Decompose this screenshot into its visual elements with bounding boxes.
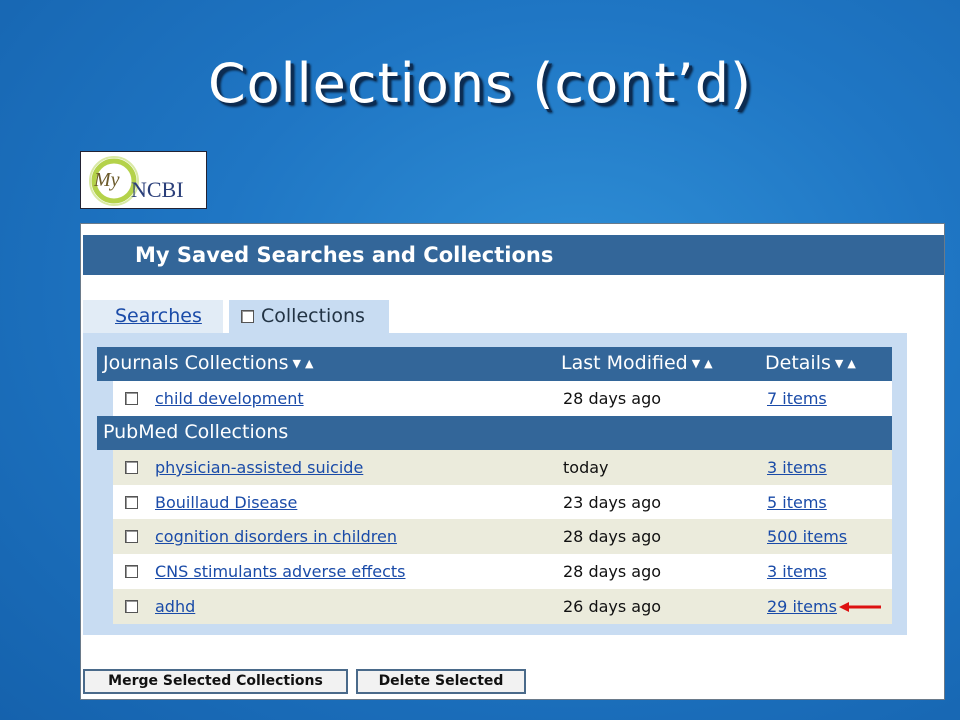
collection-name-link[interactable]: CNS stimulants adverse effects: [155, 562, 405, 581]
last-modified-value: 28 days ago: [563, 562, 662, 581]
table-row: child development 28 days ago 7 items: [113, 381, 892, 416]
row-checkbox[interactable]: [125, 392, 138, 405]
details-link[interactable]: 3 items: [767, 458, 827, 477]
last-modified-value: 28 days ago: [563, 389, 662, 408]
tab-searches-label[interactable]: Searches: [115, 305, 202, 327]
merge-selected-collections-button[interactable]: Merge Selected Collections: [83, 669, 348, 694]
tab-collections[interactable]: Collections: [229, 300, 389, 333]
logo-ncbi-text: NCBI: [131, 177, 184, 202]
journals-collections-title: Journals Collections: [103, 352, 289, 374]
table-row: CNS stimulants adverse effects 28 days a…: [113, 554, 892, 589]
last-modified-value: 23 days ago: [563, 493, 662, 512]
table-row: adhd 26 days ago 29 items: [113, 589, 892, 624]
collection-name-link[interactable]: Bouillaud Disease: [155, 493, 297, 512]
details-link[interactable]: 3 items: [767, 562, 827, 581]
row-checkbox[interactable]: [125, 461, 138, 474]
journals-collections-header: Journals Collections ▼ ▲ Last Modified ▼ ▲ D…: [97, 347, 892, 381]
tab-collections-checkbox[interactable]: [241, 310, 254, 323]
logo-my-text: My: [93, 169, 120, 191]
red-arrow-annotation-icon: [839, 602, 881, 612]
sort-desc-icon[interactable]: ▼: [692, 357, 700, 370]
collections-panel: Journals Collections ▼ ▲ Last Modified ▼ ▲ D…: [83, 333, 907, 635]
tab-collections-label: Collections: [261, 305, 365, 327]
sort-asc-icon[interactable]: ▲: [704, 357, 712, 370]
details-link[interactable]: 500 items: [767, 527, 847, 546]
sort-asc-icon[interactable]: ▲: [847, 357, 855, 370]
row-checkbox[interactable]: [125, 530, 138, 543]
tab-searches[interactable]: Searches: [83, 300, 223, 333]
details-link[interactable]: 5 items: [767, 493, 827, 512]
last-modified-column-header: Last Modified: [561, 352, 688, 374]
details-link[interactable]: 29 items: [767, 597, 837, 616]
myncbi-logo-icon: My NCBI: [89, 156, 184, 206]
row-checkbox[interactable]: [125, 600, 138, 613]
delete-selected-button[interactable]: Delete Selected: [356, 669, 526, 694]
sort-desc-icon[interactable]: ▼: [293, 357, 301, 370]
last-modified-value: 28 days ago: [563, 527, 662, 546]
table-row: physician-assisted suicide today 3 items: [113, 450, 892, 485]
slide-title: Collections (cont’d): [207, 52, 753, 115]
details-column-header: Details: [765, 352, 831, 374]
collection-name-link[interactable]: adhd: [155, 597, 195, 616]
saved-searches-screenshot: My Saved Searches and Collections Search…: [80, 223, 945, 700]
table-row: cognition disorders in children 28 days …: [113, 519, 892, 554]
row-checkbox[interactable]: [125, 565, 138, 578]
pubmed-collections-header: PubMed Collections: [97, 416, 892, 450]
sort-asc-icon[interactable]: ▲: [305, 357, 313, 370]
collection-name-link[interactable]: cognition disorders in children: [155, 527, 397, 546]
pubmed-collections-title: PubMed Collections: [103, 421, 289, 443]
myncbi-logo: My NCBI: [80, 151, 207, 209]
details-link[interactable]: 7 items: [767, 389, 827, 408]
last-modified-value: 26 days ago: [563, 597, 662, 616]
table-row: Bouillaud Disease 23 days ago 5 items: [113, 485, 892, 520]
collection-name-link[interactable]: child development: [155, 389, 304, 408]
last-modified-value: today: [563, 458, 609, 477]
page-header-title: My Saved Searches and Collections: [135, 243, 554, 267]
page-header: My Saved Searches and Collections: [83, 235, 944, 275]
sort-desc-icon[interactable]: ▼: [835, 357, 843, 370]
row-checkbox[interactable]: [125, 496, 138, 509]
collection-name-link[interactable]: physician-assisted suicide: [155, 458, 363, 477]
